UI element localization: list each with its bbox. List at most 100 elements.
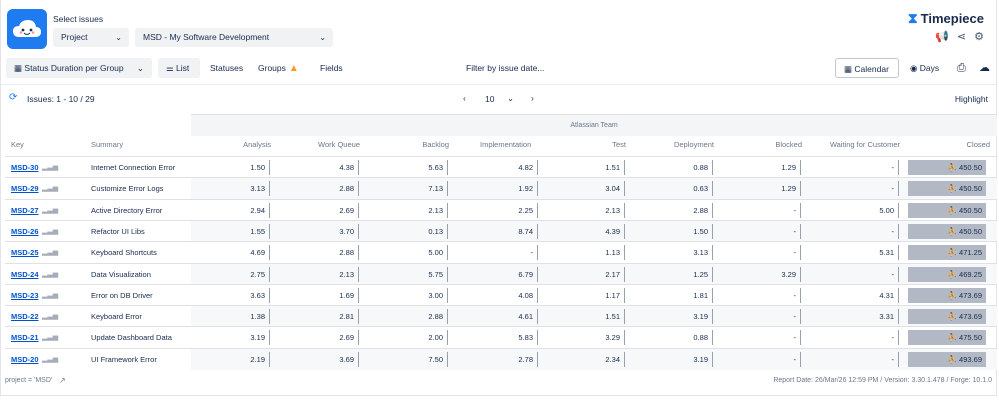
duration-cell: 7.50 xyxy=(428,354,443,364)
table-row[interactable]: MSD-27 ▂▃▅ Active Directory Error 2.94 2.69 2… xyxy=(5,198,997,221)
date-filter[interactable]: Filter by issue date... xyxy=(466,58,544,78)
page-size-select[interactable]: 10 xyxy=(485,94,494,104)
table-row[interactable]: MSD-24 ▂▃▅ Data Visualization 2.75 2.13 5.75 6… xyxy=(5,262,997,285)
eye-icon: ◉ xyxy=(910,63,918,73)
sliders-icon: ⚌ xyxy=(166,63,174,73)
issue-key-link[interactable]: MSD-30 xyxy=(11,157,39,178)
chevron-down-icon[interactable]: ⌄ xyxy=(507,93,514,104)
issue-key-link[interactable]: MSD-21 xyxy=(11,327,39,348)
column-header-backlog[interactable]: Backlog xyxy=(360,135,449,155)
table-row[interactable]: MSD-30 ▂▃▅ Internet Connection Error 1.50 4.… xyxy=(5,156,997,178)
project-value: MSD - My Software Development xyxy=(143,32,270,42)
cell-divider xyxy=(537,287,538,303)
chevron-down-icon: ⌄ xyxy=(115,33,122,42)
duration-cell: - xyxy=(793,205,797,215)
share-icon[interactable]: ⋖ xyxy=(957,30,966,43)
announcement-icon[interactable]: 📢 xyxy=(935,30,949,43)
days-toggle[interactable]: ◉ Days xyxy=(910,58,939,78)
external-link-icon[interactable]: ↗ xyxy=(59,376,66,385)
cell-divider xyxy=(447,160,448,175)
duration-cell: - xyxy=(891,184,895,194)
table-row[interactable]: MSD-26 ▂▃▅ Refactor UI Libs 1.55 3.70 0.13 8.7… xyxy=(5,219,997,242)
duration-cell: 1.25 xyxy=(693,269,708,279)
column-header-waiting-for-customer[interactable]: Waiting for Customer xyxy=(802,135,900,155)
issue-key-link[interactable]: MSD-27 xyxy=(11,200,39,221)
duration-cell: 1.92 xyxy=(518,184,533,194)
bar-chart-icon: ▂▃▅ xyxy=(42,334,59,342)
gear-icon[interactable]: ⚙ xyxy=(974,30,984,43)
issue-key-link[interactable]: MSD-26 xyxy=(11,221,39,242)
closed-duration-bar: ⛹ 473.69 xyxy=(908,309,986,325)
issue-summary: Keyboard Shortcuts xyxy=(91,248,157,258)
refresh-icon[interactable]: ⟳ xyxy=(9,92,17,103)
duration-cell: 0.13 xyxy=(428,226,443,236)
issue-key-link[interactable]: MSD-29 xyxy=(11,178,39,199)
issue-key-link[interactable]: MSD-22 xyxy=(11,306,39,327)
prev-page-icon[interactable]: ‹ xyxy=(463,93,466,103)
cell-divider xyxy=(269,287,270,303)
column-header-analysis[interactable]: Analysis xyxy=(191,135,271,155)
next-page-icon[interactable]: › xyxy=(531,93,534,103)
cell-divider xyxy=(712,160,713,175)
export-icon[interactable]: ⎙ xyxy=(957,58,966,78)
duration-cell: 2.88 xyxy=(339,184,354,194)
table-row[interactable]: MSD-25 ▂▃▅ Keyboard Shortcuts 4.69 2.88 5.00 -… xyxy=(5,241,997,263)
issue-summary: Active Directory Error xyxy=(91,205,163,215)
calendar-icon: ▦ xyxy=(844,64,853,74)
issue-key-link[interactable]: MSD-23 xyxy=(11,285,39,306)
issue-summary: Keyboard Error xyxy=(91,312,142,322)
bar-chart-icon: ▂▃▅ xyxy=(42,355,59,363)
cell-divider xyxy=(447,266,448,282)
duration-cell: 5.00 xyxy=(879,205,894,215)
cell-divider xyxy=(624,245,625,261)
cell-divider xyxy=(537,223,538,239)
table-row[interactable]: MSD-29 ▂▃▅ Customize Error Logs 3.13 2.88 7.1… xyxy=(5,177,997,200)
project-type-select[interactable]: Project ⌄ xyxy=(53,28,129,47)
statuses-button[interactable]: Statuses xyxy=(210,58,243,78)
column-header-deployment[interactable]: Deployment xyxy=(626,135,714,155)
groups-button[interactable]: Groups ▲ xyxy=(258,58,299,78)
toolbar: ▦ Status Duration per Group ⌄ ⚌ List Sta… xyxy=(1,58,996,80)
table-row[interactable]: MSD-20 ▂▃▅ UI Framework Error 2.19 3.69 7.50 2… xyxy=(5,347,997,370)
duration-cell: - xyxy=(530,248,534,258)
closed-duration-bar: ⛹ 493.69 xyxy=(908,351,986,367)
duration-cell: 5.83 xyxy=(518,333,533,343)
column-header-closed[interactable]: Closed xyxy=(900,135,990,155)
highlight-button[interactable]: Highlight xyxy=(955,94,988,104)
cloud-download-icon[interactable]: ☁ xyxy=(979,58,990,78)
table-row[interactable]: MSD-23 ▂▃▅ Error on DB Driver 3.63 1.69 3.00 4… xyxy=(5,283,997,306)
cell-divider xyxy=(800,202,801,218)
fields-button[interactable]: Fields xyxy=(320,58,343,78)
cell-divider xyxy=(800,223,801,239)
table-row[interactable]: MSD-21 ▂▃▅ Update Dashboard Data 3.19 2.69 2.… xyxy=(5,326,997,348)
report-type-select[interactable]: ▦ Status Duration per Group ⌄ xyxy=(6,58,152,78)
duration-cell: 2.13 xyxy=(339,269,354,279)
cell-divider xyxy=(537,330,538,346)
issue-key-link[interactable]: MSD-24 xyxy=(11,264,39,285)
column-header-summary[interactable]: Summary xyxy=(91,135,123,155)
column-header-test[interactable]: Test xyxy=(540,135,626,155)
cell-divider xyxy=(898,202,899,218)
duration-cell: 3.04 xyxy=(605,184,620,194)
calendar-button[interactable]: ▦ Calendar xyxy=(835,58,899,78)
list-button[interactable]: ⚌ List xyxy=(158,58,200,78)
duration-cell: 4.82 xyxy=(518,163,533,172)
duration-cell: 2.78 xyxy=(518,354,533,364)
duration-cell: 1.81 xyxy=(693,290,708,300)
footer: project = 'MSD' ↗ Report Date: 26/Mar/26… xyxy=(1,374,996,388)
issue-key-link[interactable]: MSD-20 xyxy=(11,349,39,370)
duration-cell: 3.19 xyxy=(693,354,708,364)
column-header-work-queue[interactable]: Work Queue xyxy=(271,135,360,155)
issue-key-link[interactable]: MSD-25 xyxy=(11,242,39,263)
project-select[interactable]: MSD - My Software Development ⌄ xyxy=(135,28,333,47)
duration-cell: - xyxy=(793,333,797,343)
cell-divider xyxy=(898,330,899,346)
column-header-blocked[interactable]: Blocked xyxy=(714,135,802,155)
closed-duration-bar: ⛹ 450.50 xyxy=(908,181,986,197)
table-row[interactable]: MSD-22 ▂▃▅ Keyboard Error 1.38 2.81 2.88 4.61 1… xyxy=(5,305,997,328)
duration-cell: 5.00 xyxy=(428,248,443,258)
issue-summary: UI Framework Error xyxy=(91,354,157,364)
column-header-key[interactable]: Key xyxy=(11,135,24,155)
cell-divider xyxy=(712,351,713,367)
header: Select issues Project ⌄ MSD - My Softwar… xyxy=(1,0,996,56)
